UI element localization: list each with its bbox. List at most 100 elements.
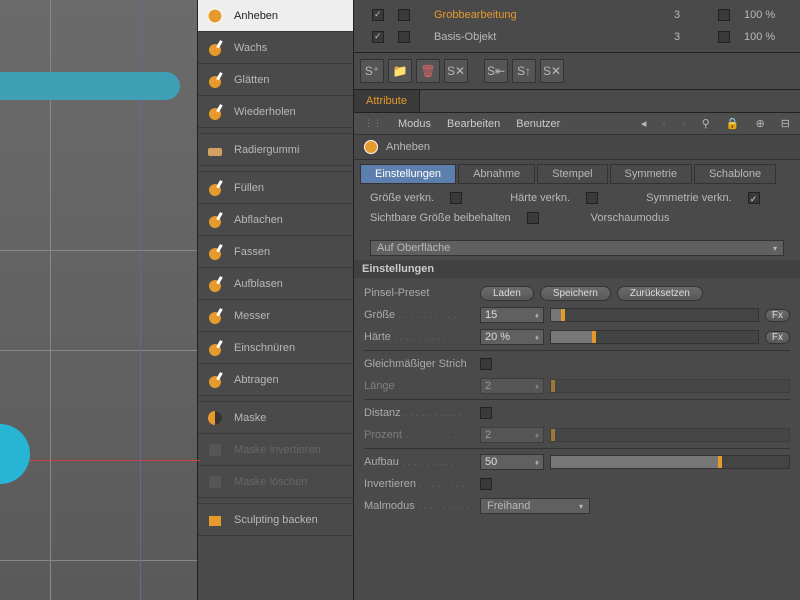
layer-col-checkbox[interactable] (718, 31, 730, 43)
haerte-field[interactable]: 20 %♦ (480, 329, 544, 345)
gleichmaessig-checkbox[interactable] (480, 358, 492, 370)
tool-icon (364, 140, 378, 154)
tool-label: Sculpting backen (234, 514, 318, 526)
tool-abflachen[interactable]: Abflachen (198, 204, 353, 236)
layer-visible-checkbox[interactable] (372, 9, 384, 21)
groesse-fx-button[interactable]: Fx (765, 309, 790, 322)
tool-messer[interactable]: Messer (198, 300, 353, 332)
malmodus-dropdown[interactable]: Freihand ▾ (480, 498, 590, 514)
lock-icon[interactable]: 🔒 (726, 117, 740, 130)
sculpt-tools-panel: AnhebenWachs Glätten Wiederholen Radiergumm… (198, 0, 354, 600)
tool-anheben[interactable]: Anheben (198, 0, 353, 32)
menu-benutzer[interactable]: Benutzer (516, 118, 560, 130)
attribute-tabbar: Attribute (354, 90, 800, 113)
vorschaumodus-value: Auf Oberfläche (377, 242, 450, 254)
nav-last-button[interactable]: S✕ (540, 59, 564, 83)
viewport-3d[interactable] (0, 0, 198, 600)
groesse-verkn-checkbox[interactable] (450, 192, 462, 204)
eraser-icon (204, 139, 226, 161)
laden-button[interactable]: Laden (480, 286, 534, 301)
mask-icon (204, 407, 226, 429)
tool-label: Maske (234, 412, 266, 424)
vorschaumodus-dropdown[interactable]: Auf Oberfläche ▾ (370, 240, 784, 256)
layer-name: Basis-Objekt (424, 31, 660, 43)
nav-prev-icon[interactable]: ‹ (662, 118, 666, 130)
mesh-object-1[interactable] (0, 72, 180, 100)
menu-modus[interactable]: Modus (398, 118, 431, 130)
aufbau-slider[interactable] (550, 455, 790, 469)
speichern-button[interactable]: Speichern (540, 286, 611, 301)
haerte-slider[interactable] (550, 330, 759, 344)
tool-label: Glätten (234, 74, 269, 86)
sichtbare-groesse-checkbox[interactable] (527, 212, 539, 224)
tool-wachs[interactable]: Wachs (198, 32, 353, 64)
tool-label: Abflachen (234, 214, 283, 226)
tool-fassen[interactable]: Fassen (198, 236, 353, 268)
tool-füllen[interactable]: Füllen (198, 172, 353, 204)
attribute-menu: ⋮⋮ Modus Bearbeiten Benutzer ◂ ‹ › ⚲ 🔒 ⊕… (354, 113, 800, 135)
ptab-abnahme[interactable]: Abnahme (458, 164, 535, 184)
tool-sculpting-backen[interactable]: Sculpting backen (198, 504, 353, 536)
ptab-stempel[interactable]: Stempel (537, 164, 607, 184)
layer-lock-checkbox[interactable] (398, 9, 410, 21)
expand-icon[interactable]: ⊕ (756, 117, 765, 130)
aufbau-field[interactable]: 50♦ (480, 454, 544, 470)
tool-wiederholen[interactable]: Wiederholen (198, 96, 353, 128)
symmetrie-verkn-checkbox[interactable] (748, 192, 760, 204)
tool-aufblasen[interactable]: Aufblasen (198, 268, 353, 300)
delete-button[interactable]: 🗑 (416, 59, 440, 83)
menu-bearbeiten[interactable]: Bearbeiten (447, 118, 500, 130)
gleichmaessig-label: Gleichmäßiger Strich (364, 358, 474, 370)
groesse-field[interactable]: 15♦ (480, 307, 544, 323)
laenge-field[interactable]: 2♦ (480, 378, 544, 394)
pinch-icon (204, 337, 226, 359)
layer-lock-checkbox[interactable] (398, 31, 410, 43)
fill-icon (204, 177, 226, 199)
tool-abtragen[interactable]: Abtragen (198, 364, 353, 396)
tool-maske[interactable]: Maske (198, 402, 353, 434)
bake-icon (204, 509, 226, 531)
folder-button[interactable]: 📁 (388, 59, 412, 83)
nav-first-button[interactable]: S⇤ (484, 59, 508, 83)
tool-glätten[interactable]: Glätten (198, 64, 353, 96)
haerte-fx-button[interactable]: Fx (765, 331, 790, 344)
mesh-object-2[interactable] (0, 424, 30, 484)
layer-col4: 100 % (744, 31, 794, 43)
arrow-left-icon[interactable]: ◂ (641, 117, 647, 130)
scrape-icon (204, 369, 226, 391)
search-icon[interactable]: ⚲ (702, 117, 710, 130)
distanz-checkbox[interactable] (480, 407, 492, 419)
tool-label: Aufblasen (234, 278, 283, 290)
ptab-einstellungen[interactable]: Einstellungen (360, 164, 456, 184)
layer-visible-checkbox[interactable] (372, 31, 384, 43)
collapse-icon[interactable]: ⊟ (781, 117, 790, 130)
haerte-verkn-checkbox[interactable] (586, 192, 598, 204)
add-layer-button[interactable]: S⁺ (360, 59, 384, 83)
invertieren-checkbox[interactable] (480, 478, 492, 490)
groesse-slider[interactable] (550, 308, 759, 322)
prozent-label: Prozent (364, 429, 474, 441)
layer-row[interactable]: Grobbearbeitung 3 100 % (360, 4, 794, 26)
zuruecksetzen-button[interactable]: Zurücksetzen (617, 286, 703, 301)
clear-button[interactable]: S✕ (444, 59, 468, 83)
blob-icon (204, 37, 226, 59)
maskdel-icon (204, 471, 226, 493)
aufbau-label: Aufbau (364, 456, 474, 468)
layer-row[interactable]: Basis-Objekt 3 100 % (360, 26, 794, 48)
tool-label: Radiergummi (234, 144, 299, 156)
nav-next-icon[interactable]: › (682, 118, 686, 130)
tool-radiergummi[interactable]: Radiergummi (198, 134, 353, 166)
ptab-symmetrie[interactable]: Symmetrie (610, 164, 693, 184)
laenge-slider[interactable] (550, 379, 790, 393)
tab-attribute[interactable]: Attribute (354, 90, 420, 112)
prozent-field[interactable]: 2♦ (480, 427, 544, 443)
tool-label: Maske invertieren (234, 444, 321, 456)
layer-col-checkbox[interactable] (718, 9, 730, 21)
menu-grip-icon: ⋮⋮ (364, 118, 382, 129)
object-header: Anheben (354, 135, 800, 160)
nav-prev-button[interactable]: S↑ (512, 59, 536, 83)
tool-einschnüren[interactable]: Einschnüren (198, 332, 353, 364)
vorschaumodus-label: Vorschaumodus (591, 212, 670, 224)
prozent-slider[interactable] (550, 428, 790, 442)
ptab-schablone[interactable]: Schablone (694, 164, 776, 184)
